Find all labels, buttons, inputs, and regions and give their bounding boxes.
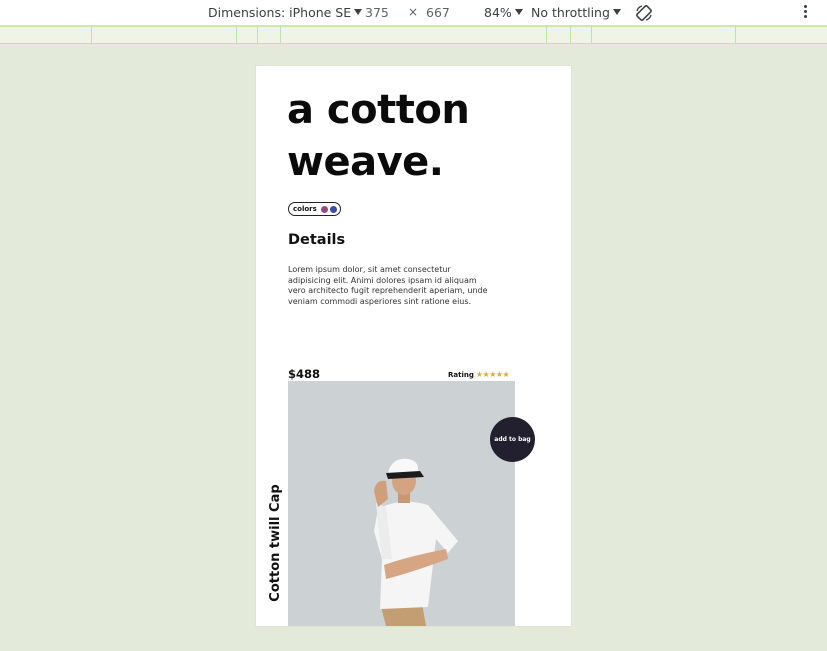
media-query-bar <box>0 26 827 44</box>
product-price: $488 <box>288 367 321 381</box>
devtools-device-toolbar: Dimensions: iPhone SE 375 × 667 84% No t… <box>0 0 827 26</box>
details-description: Lorem ipsum dolor, sit amet consectetur … <box>288 265 488 306</box>
device-select-label: Dimensions: iPhone SE <box>208 5 352 20</box>
product-photo <box>288 381 515 626</box>
media-query-segment[interactable] <box>570 27 571 44</box>
page-headline: a cotton weave. <box>287 87 470 185</box>
colors-label: colors <box>293 205 317 213</box>
star-icon: ★★★★★ <box>475 370 510 379</box>
media-query-segment[interactable] <box>257 27 258 44</box>
device-select[interactable]: Dimensions: iPhone SE <box>208 5 363 20</box>
zoom-label: 84% <box>484 5 512 20</box>
product-rating: Rating ★★★★★ <box>448 370 510 379</box>
media-query-segment[interactable] <box>735 27 736 44</box>
device-viewport: a cotton weave. colors Details Lorem ips… <box>256 66 571 626</box>
dimension-separator: × <box>408 5 419 19</box>
width-input[interactable]: 375 <box>358 4 406 22</box>
colors-selector[interactable]: colors <box>288 202 341 216</box>
media-query-segment[interactable] <box>91 27 92 44</box>
chevron-down-icon <box>514 9 523 15</box>
more-vertical-icon[interactable] <box>800 5 810 21</box>
chevron-down-icon <box>612 9 621 15</box>
zoom-select[interactable]: 84% <box>484 5 523 20</box>
throttling-select[interactable]: No throttling <box>531 5 621 20</box>
throttling-label: No throttling <box>531 5 610 20</box>
rating-label: Rating <box>448 370 474 379</box>
add-to-bag-button[interactable]: add to bag <box>490 417 535 462</box>
media-query-segment[interactable] <box>236 27 237 44</box>
product-name: Cotton twill Cap <box>268 484 283 602</box>
rotate-icon[interactable] <box>634 3 654 23</box>
media-query-segment[interactable] <box>591 27 592 44</box>
media-query-segment[interactable] <box>280 27 281 44</box>
color-swatch-purple[interactable] <box>320 205 328 213</box>
details-heading: Details <box>288 232 346 248</box>
color-swatch-blue[interactable] <box>329 205 337 213</box>
height-input[interactable]: 667 <box>419 4 467 22</box>
media-query-segment[interactable] <box>546 27 547 44</box>
